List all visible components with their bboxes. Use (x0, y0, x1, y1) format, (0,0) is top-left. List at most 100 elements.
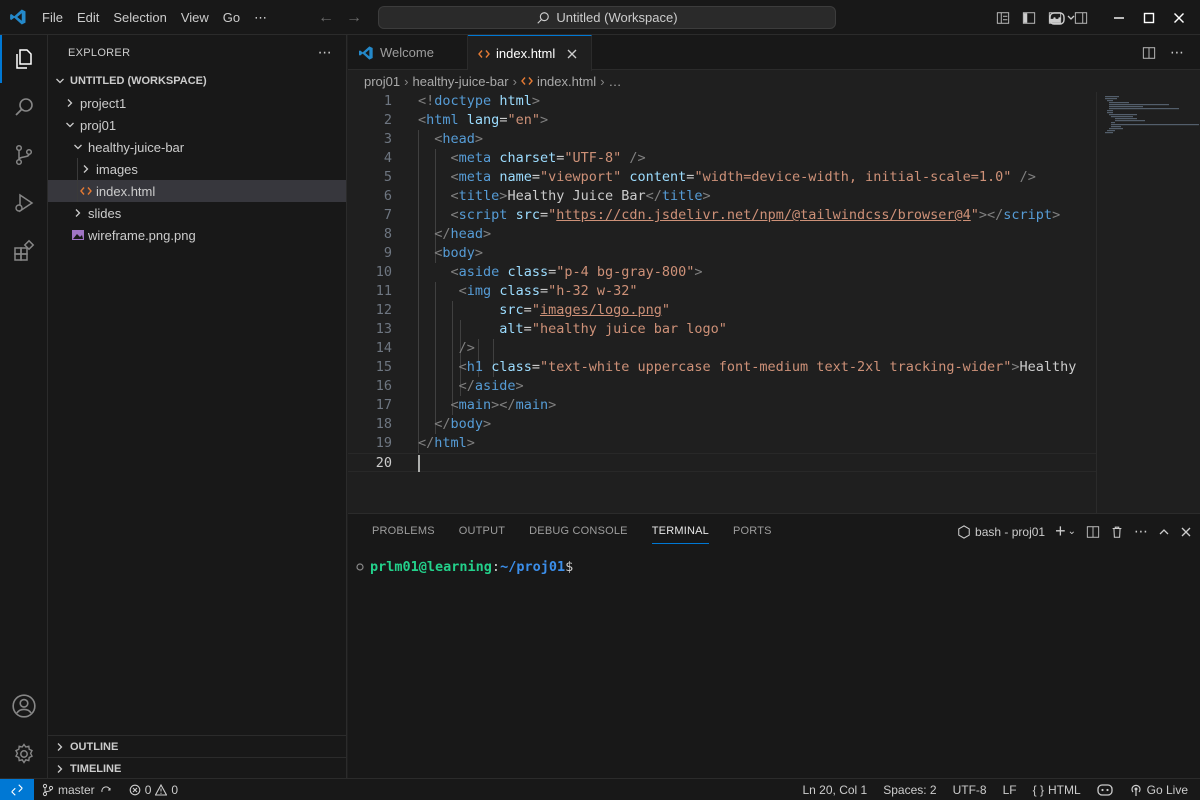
code-line[interactable]: 17 <main></main> (348, 396, 1096, 415)
code-line[interactable]: 3 <head> (348, 130, 1096, 149)
close-panel-icon[interactable] (1180, 526, 1192, 538)
tree-item-wireframe[interactable]: wireframe.png.png (48, 224, 346, 246)
copilot-status-icon[interactable] (1089, 779, 1121, 800)
go-live-button[interactable]: Go Live (1121, 779, 1200, 800)
code-line[interactable]: 8 </head> (348, 225, 1096, 244)
toggle-primary-sidebar-icon[interactable] (1016, 0, 1042, 35)
end-of-line[interactable]: LF (995, 779, 1025, 800)
code-line[interactable]: 1 <!doctype html> (348, 92, 1096, 111)
settings-gear-icon[interactable] (0, 730, 48, 778)
tree-item-project1[interactable]: project1 (48, 92, 346, 114)
tab-index-html[interactable]: index.html (468, 35, 592, 71)
tab-output[interactable]: OUTPUT (447, 514, 517, 549)
new-terminal-icon[interactable]: + (1055, 521, 1066, 542)
branch-status[interactable]: master (34, 779, 121, 800)
breadcrumb-item[interactable]: healthy-juice-bar (412, 74, 508, 89)
menu-view[interactable]: View (174, 0, 216, 35)
code-text: </aside> (418, 377, 524, 396)
language-mode[interactable]: { } HTML (1025, 779, 1089, 800)
encoding[interactable]: UTF-8 (945, 779, 995, 800)
tree-item-images[interactable]: images (48, 158, 346, 180)
toggle-secondary-sidebar-icon[interactable] (1068, 0, 1094, 35)
minimap[interactable] (1096, 92, 1200, 513)
panel-more-icon[interactable]: ⋯ (1134, 523, 1148, 540)
code-line[interactable]: 15 <h1 class="text-white uppercase font-… (348, 358, 1096, 377)
extensions-icon[interactable] (0, 227, 48, 275)
breadcrumb-item[interactable]: index.html (537, 74, 596, 89)
breadcrumb-item[interactable]: proj01 (364, 74, 400, 89)
workspace-header[interactable]: UNTITLED (WORKSPACE) (48, 70, 346, 92)
warning-count: 0 (171, 782, 179, 797)
menu-selection[interactable]: Selection (106, 0, 173, 35)
breadcrumb-item[interactable]: … (609, 74, 622, 89)
code-line[interactable]: 18 </body> (348, 415, 1096, 434)
code-line[interactable]: 9 <body> (348, 244, 1096, 263)
code-token: head (450, 226, 484, 242)
minimize-icon[interactable] (1104, 0, 1134, 35)
cursor-position[interactable]: Ln 20, Col 1 (795, 779, 876, 800)
search-view-icon[interactable] (0, 83, 48, 131)
menu-edit[interactable]: Edit (70, 0, 106, 35)
maximize-panel-icon[interactable] (1158, 526, 1170, 538)
tree-item-healthy-juice-bar[interactable]: healthy-juice-bar (48, 136, 346, 158)
back-arrow-icon[interactable]: ← (318, 9, 334, 27)
problems-status[interactable]: 0 0 (121, 779, 186, 800)
code-line[interactable]: 6 <title>Healthy Juice Bar</title> (348, 187, 1096, 206)
command-center[interactable]: Untitled (Workspace) (378, 6, 836, 29)
split-editor-icon[interactable] (1142, 46, 1156, 60)
code-line[interactable]: 13 alt="healthy juice bar logo" (348, 320, 1096, 339)
source-control-icon[interactable] (0, 131, 48, 179)
code-line[interactable]: 4 <meta charset="UTF-8" /> (348, 149, 1096, 168)
tab-problems[interactable]: PROBLEMS (360, 514, 447, 549)
outline-section[interactable]: OUTLINE (48, 735, 347, 757)
code-line[interactable]: 16 </aside> (348, 377, 1096, 396)
customize-layout-icon[interactable] (990, 0, 1016, 35)
code-token: = (539, 207, 549, 223)
sidebar-more-icon[interactable]: ⋯ (318, 44, 332, 61)
explorer-icon[interactable] (0, 35, 48, 83)
code-token: head (442, 131, 475, 147)
tab-debug-console[interactable]: DEBUG CONSOLE (517, 514, 640, 549)
maximize-icon[interactable] (1134, 0, 1164, 35)
code-text: <main></main> (418, 396, 557, 415)
remote-indicator-icon[interactable] (0, 778, 34, 800)
timeline-section[interactable]: TIMELINE (48, 757, 347, 779)
toggle-panel-icon[interactable] (1042, 0, 1068, 35)
menu-more-icon[interactable]: ⋯ (247, 0, 274, 35)
menu-file[interactable]: File (35, 0, 70, 35)
code-editor[interactable]: 1 <!doctype html> 2 <html lang="en"> 3 <head… (348, 92, 1096, 513)
code-line[interactable]: 7 <script src="https://cdn.jsdelivr.net/… (348, 206, 1096, 225)
code-line[interactable]: 2 <html lang="en"> (348, 111, 1096, 130)
code-line[interactable]: 20 (348, 453, 1096, 472)
terminal-name[interactable]: bash - proj01 (975, 525, 1045, 539)
timeline-label: TIMELINE (70, 762, 122, 775)
run-debug-icon[interactable] (0, 179, 48, 227)
code-line[interactable]: 10 <aside class="p-4 bg-gray-800"> (348, 263, 1096, 282)
menu-go[interactable]: Go (216, 0, 247, 35)
tab-welcome[interactable]: Welcome (348, 35, 468, 70)
split-terminal-icon[interactable] (1086, 525, 1100, 539)
code-token: > (515, 378, 524, 394)
editor-more-icon[interactable]: ⋯ (1170, 44, 1184, 61)
close-window-icon[interactable] (1164, 0, 1194, 35)
tab-ports[interactable]: PORTS (721, 514, 784, 549)
accounts-icon[interactable] (0, 682, 48, 730)
tree-item-slides[interactable]: slides (48, 202, 346, 224)
tab-terminal[interactable]: TERMINAL (640, 514, 721, 549)
tree-item-proj01[interactable]: proj01 (48, 114, 346, 136)
chevron-down-icon[interactable]: ⌄ (1068, 526, 1076, 537)
code-line[interactable]: 11 <img class="h-32 w-32" (348, 282, 1096, 301)
close-tab-icon[interactable] (567, 49, 577, 59)
code-line[interactable]: 12 src="images/logo.png" (348, 301, 1096, 320)
trash-icon[interactable] (1110, 525, 1124, 539)
code-line[interactable]: 19 </html> (348, 434, 1096, 453)
indentation[interactable]: Spaces: 2 (875, 779, 944, 800)
code-token: meta (458, 150, 492, 166)
code-line[interactable]: 14 /> (348, 339, 1096, 358)
forward-arrow-icon[interactable]: → (346, 9, 362, 27)
tree-item-index-html[interactable]: index.html (48, 180, 346, 202)
terminal-output[interactable]: prlm01@learning:~/proj01$ (356, 559, 573, 575)
code-line[interactable]: 5 <meta name="viewport" content="width=d… (348, 168, 1096, 187)
